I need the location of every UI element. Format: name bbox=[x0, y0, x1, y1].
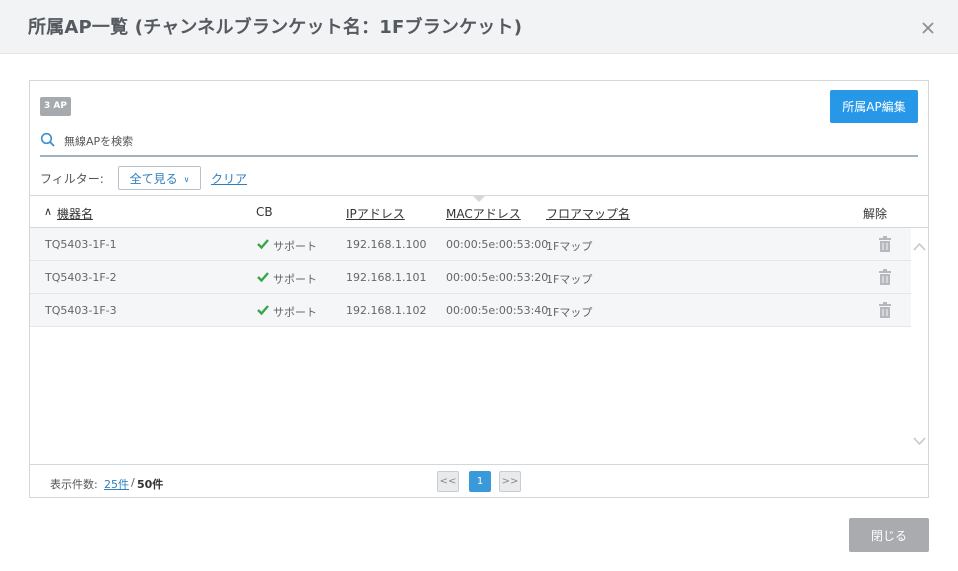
column-header-name[interactable]: 機器名 bbox=[57, 205, 93, 222]
close-icon[interactable] bbox=[916, 17, 940, 39]
cell-cb: サポート bbox=[273, 240, 317, 253]
check-icon bbox=[257, 272, 269, 283]
search-input[interactable] bbox=[64, 131, 904, 151]
per-page-separator: / bbox=[131, 476, 135, 489]
cell-mac: 00:00:5e:00:53:40 bbox=[446, 304, 549, 317]
edit-ap-button[interactable]: 所属AP編集 bbox=[830, 90, 918, 123]
check-icon bbox=[257, 239, 269, 250]
cell-floor: 1Fマップ bbox=[546, 240, 593, 253]
total-count: 50件 bbox=[137, 478, 164, 491]
filter-dropdown[interactable]: 全て見る ∨ bbox=[118, 166, 201, 190]
table-row[interactable]: TQ5403-1F-1 サポート 192.168.1.100 00:00:5e:… bbox=[30, 228, 911, 261]
table-body: TQ5403-1F-1 サポート 192.168.1.100 00:00:5e:… bbox=[30, 228, 911, 464]
search-bar bbox=[40, 129, 918, 157]
cell-cb: サポート bbox=[273, 306, 317, 319]
chevron-down-icon: ∨ bbox=[183, 174, 190, 184]
cell-mac: 00:00:5e:00:53:20 bbox=[446, 271, 549, 284]
filter-label: フィルター: bbox=[40, 172, 104, 186]
check-icon bbox=[257, 305, 269, 316]
table-row[interactable]: TQ5403-1F-2 サポート 192.168.1.101 00:00:5e:… bbox=[30, 261, 911, 294]
cell-floor: 1Fマップ bbox=[546, 306, 593, 319]
cell-ip: 192.168.1.101 bbox=[346, 271, 427, 284]
cell-cb: サポート bbox=[273, 273, 317, 286]
table-scrollbar[interactable] bbox=[911, 228, 928, 464]
close-dialog-button[interactable]: 閉じる bbox=[849, 518, 929, 552]
column-header-ip[interactable]: IPアドレス bbox=[346, 205, 405, 222]
filter-selected-label: 全て見る bbox=[129, 171, 178, 186]
pagination-page-1[interactable]: 1 bbox=[469, 471, 491, 492]
header-notch bbox=[472, 195, 486, 202]
ap-list-panel: 3 AP 所属AP編集 フィルター: 全て見る ∨ クリア ∧ 機器名 CB IP… bbox=[29, 80, 929, 498]
trash-icon[interactable] bbox=[878, 269, 892, 285]
cell-mac: 00:00:5e:00:53:00 bbox=[446, 238, 549, 251]
pagination-next-button[interactable]: >> bbox=[499, 471, 521, 492]
table-footer: 表示件数: 25件 / 50件 << 1 >> bbox=[30, 464, 928, 497]
cell-name: TQ5403-1F-3 bbox=[45, 304, 117, 317]
cell-name: TQ5403-1F-1 bbox=[45, 238, 117, 251]
table-row[interactable]: TQ5403-1F-3 サポート 192.168.1.102 00:00:5e:… bbox=[30, 294, 911, 327]
scroll-up-icon[interactable] bbox=[913, 242, 926, 252]
per-page-label: 表示件数: bbox=[50, 478, 98, 491]
pagination-prev-button[interactable]: << bbox=[437, 471, 459, 492]
trash-icon[interactable] bbox=[878, 236, 892, 252]
per-page-link[interactable]: 25件 bbox=[104, 476, 129, 492]
clear-filter-link[interactable]: クリア bbox=[211, 170, 247, 187]
dialog-title: 所属AP一覧 (チャンネルブランケット名：1Fブランケット) bbox=[28, 17, 523, 38]
cell-ip: 192.168.1.102 bbox=[346, 304, 427, 317]
dialog-header: 所属AP一覧 (チャンネルブランケット名：1Fブランケット) bbox=[0, 0, 958, 54]
trash-icon[interactable] bbox=[878, 302, 892, 318]
column-header-floor[interactable]: フロアマップ名 bbox=[546, 205, 630, 222]
ap-count-badge: 3 AP bbox=[40, 97, 71, 116]
search-icon bbox=[40, 132, 55, 147]
column-header-mac[interactable]: MACアドレス bbox=[446, 205, 521, 222]
column-header-remove: 解除 bbox=[863, 207, 888, 221]
table-header: ∧ 機器名 CB IPアドレス MACアドレス フロアマップ名 解除 bbox=[30, 195, 928, 228]
cell-name: TQ5403-1F-2 bbox=[45, 271, 117, 284]
cell-ip: 192.168.1.100 bbox=[346, 238, 427, 251]
sort-asc-icon[interactable]: ∧ bbox=[44, 205, 52, 218]
scroll-down-icon[interactable] bbox=[913, 436, 926, 446]
cell-floor: 1Fマップ bbox=[546, 273, 593, 286]
column-header-cb: CB bbox=[256, 205, 273, 219]
